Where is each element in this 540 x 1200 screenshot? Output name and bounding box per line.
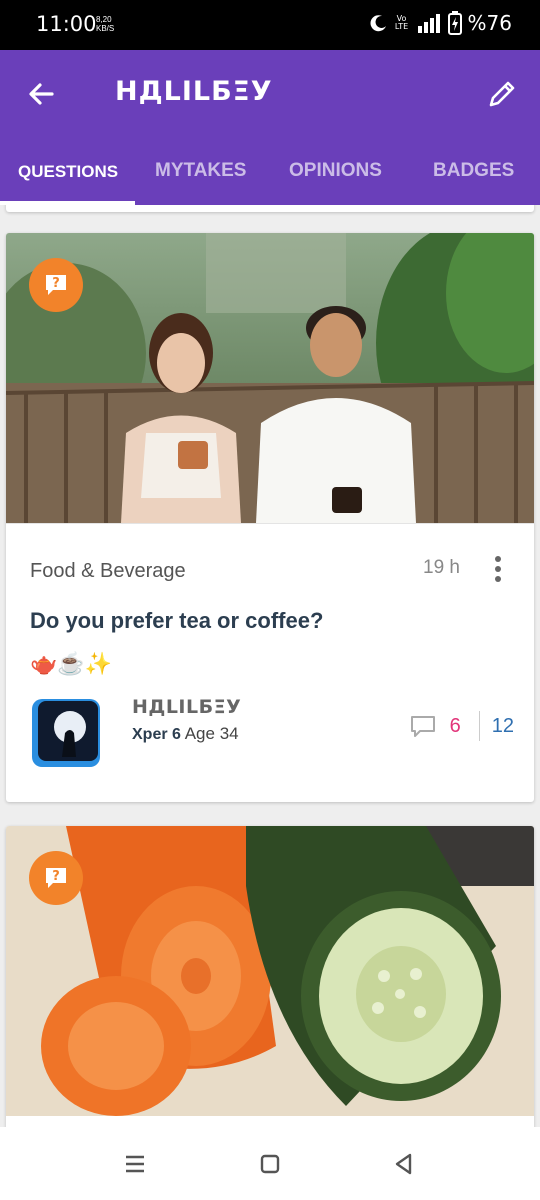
author-level: Xper 6 (132, 726, 181, 743)
app-bar: НДLILБΞУ QUESTIONS MYTAKES OPINIONS BADG… (0, 50, 540, 205)
pencil-icon[interactable] (482, 74, 522, 114)
stats-divider (478, 711, 480, 741)
question-time: 19 h (423, 557, 460, 578)
avatar-image (38, 701, 98, 761)
previous-card[interactable] (6, 205, 534, 212)
signal-icon (417, 14, 440, 33)
svg-text:?: ? (52, 869, 60, 884)
card-body: Food & Beverage 19 h Do you prefer tea o… (6, 523, 534, 802)
question-title[interactable]: Do you prefer tea or coffee? (30, 608, 323, 634)
question-type-badge-2: ? (29, 851, 83, 905)
question-card[interactable]: ? Food & Beverage 19 h Do you prefer tea… (6, 233, 534, 802)
author-name[interactable]: НДLILБΞУ (132, 696, 241, 718)
menu-icon[interactable] (120, 1149, 150, 1179)
author-age: Age 34 (184, 724, 239, 743)
home-icon[interactable] (255, 1149, 285, 1179)
moon-icon (370, 15, 386, 32)
arrow-left-icon[interactable] (22, 74, 62, 114)
status-icons: Vo LTE %76 (370, 11, 512, 35)
question-card-2[interactable]: ? (6, 826, 534, 1127)
question-stats: 6 12 (410, 711, 514, 741)
svg-text:?: ? (52, 276, 60, 291)
question-category[interactable]: Food & Beverage (30, 560, 186, 583)
answers-count: 12 (491, 714, 514, 737)
page-title: НДLILБΞУ (115, 76, 273, 107)
battery-icon (447, 11, 462, 35)
status-bar: 11:00 8,20 KB/S Vo LTE %76 (0, 0, 540, 50)
battery-percent: %76 (467, 11, 512, 35)
author-meta: Xper 6 Age 34 (132, 724, 239, 744)
volte-label: Vo LTE (394, 14, 409, 31)
tab-badges[interactable]: BADGES (433, 160, 514, 182)
question-image[interactable] (6, 233, 534, 523)
tab-mytakes[interactable]: MYTAKES (155, 160, 246, 182)
question-icon: ? (46, 275, 66, 295)
author-avatar[interactable] (32, 699, 100, 767)
tab-opinions[interactable]: OPINIONS (289, 160, 382, 182)
opinions-count: 6 (449, 714, 461, 737)
question-icon: ? (46, 868, 66, 888)
status-time: 11:00 (36, 12, 97, 36)
network-speed: 8,20 KB/S (96, 15, 115, 33)
more-options-icon[interactable] (490, 554, 506, 584)
tab-questions[interactable]: QUESTIONS (18, 162, 118, 182)
system-nav-bar (0, 1127, 540, 1200)
question-type-badge: ? (29, 258, 83, 312)
question-feed[interactable]: ? Food & Beverage 19 h Do you prefer tea… (0, 205, 540, 1127)
question-image-2[interactable] (6, 826, 534, 1116)
question-emojis: 🫖☕✨ (30, 651, 113, 676)
back-icon[interactable] (389, 1149, 419, 1179)
comment-icon (410, 716, 435, 737)
profile-tabs: QUESTIONS MYTAKES OPINIONS BADGES (0, 150, 540, 205)
